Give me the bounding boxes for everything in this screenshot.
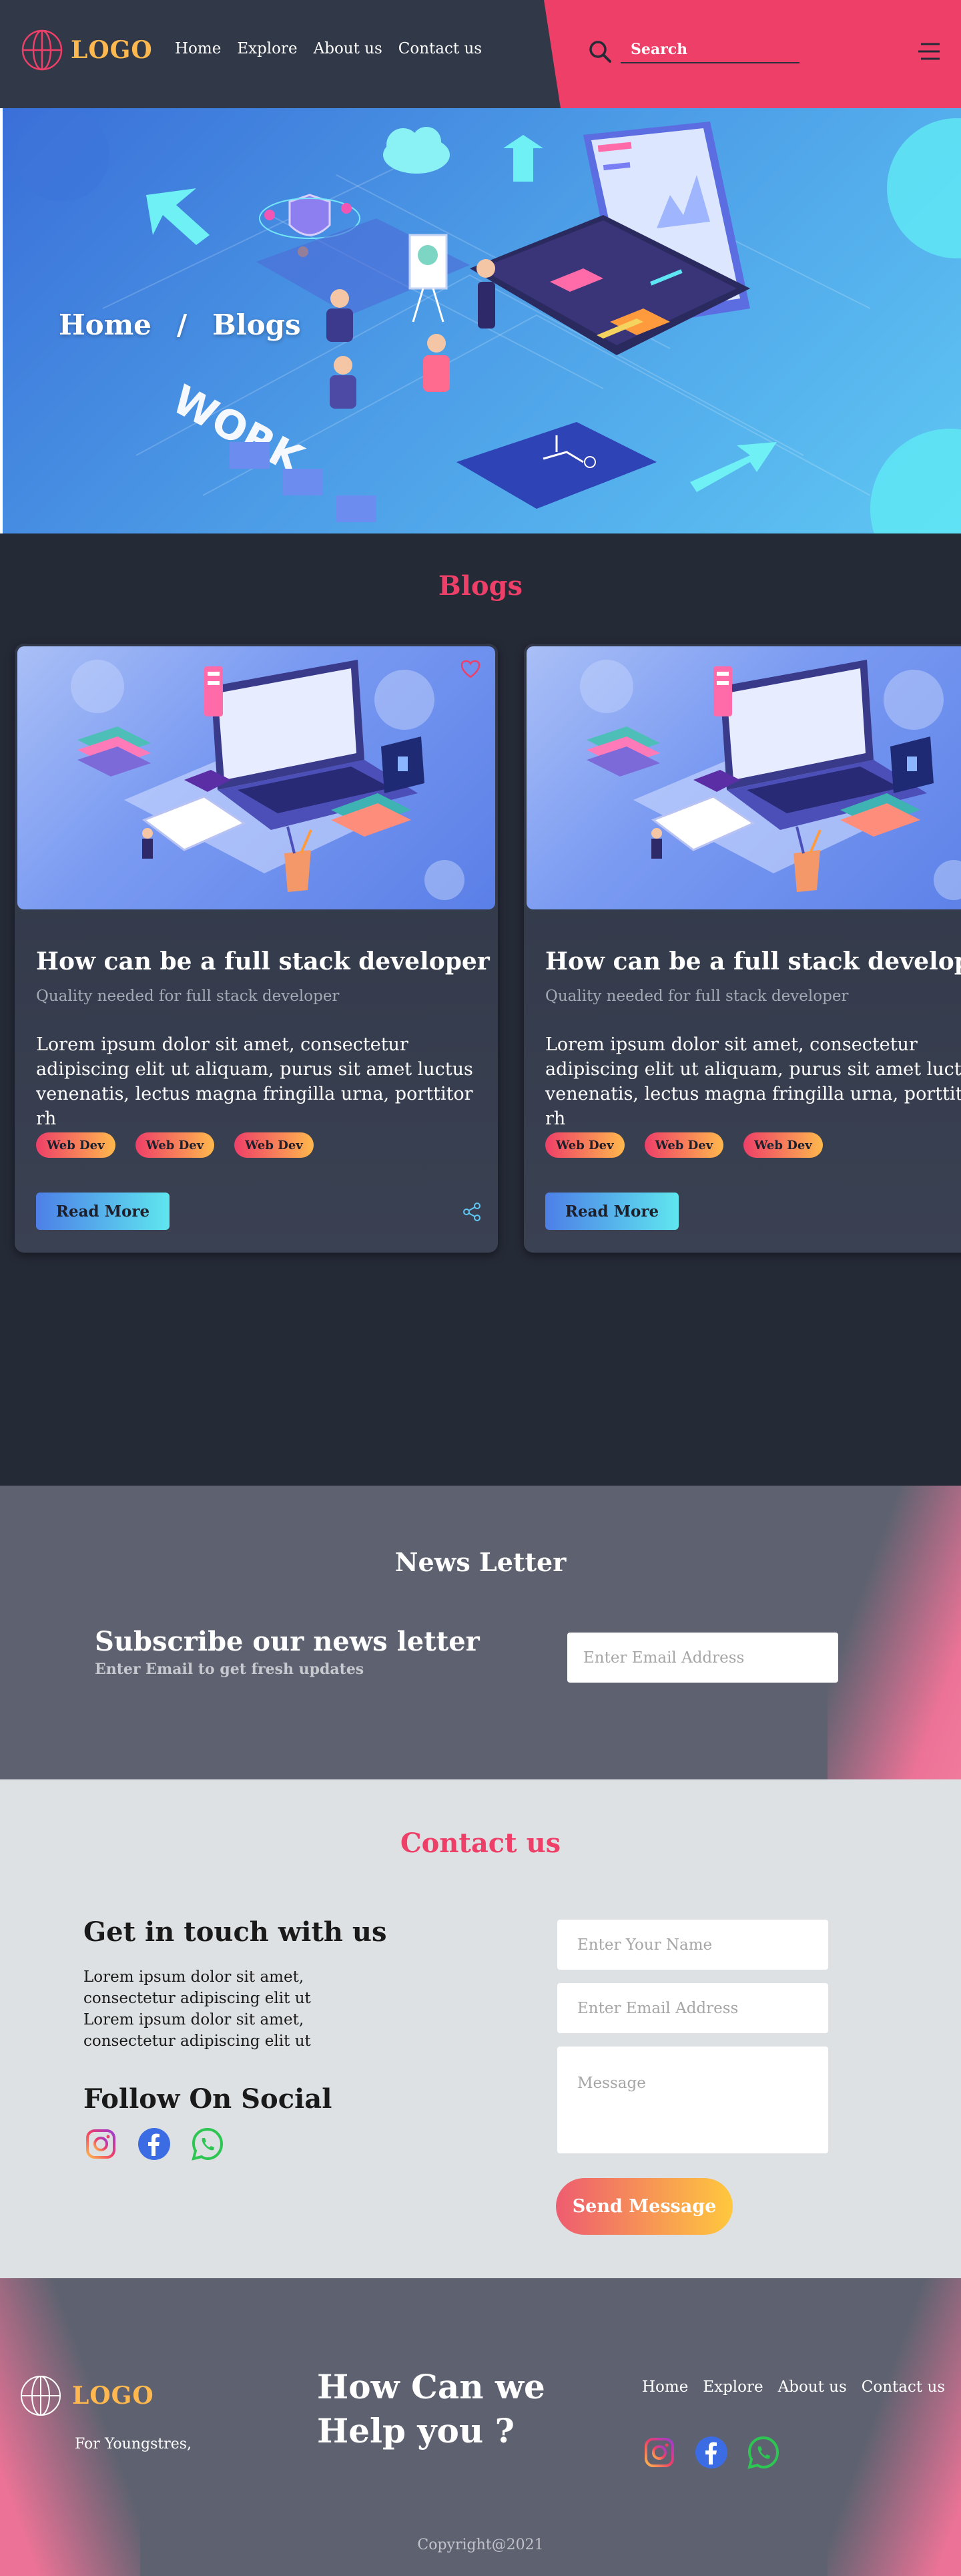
instagram-icon[interactable] [83, 2127, 118, 2161]
whatsapp-icon[interactable] [746, 2435, 781, 2470]
tag[interactable]: Web Dev [135, 1132, 215, 1158]
search-input[interactable] [621, 37, 799, 63]
globe-icon [21, 2376, 61, 2416]
menu-icon[interactable] [917, 41, 941, 61]
blog-card-title[interactable]: How can be a full stack developer [36, 947, 490, 976]
contact-message-input[interactable] [557, 2047, 828, 2153]
blog-card-subtitle: Quality needed for full stack developer [545, 988, 849, 1005]
breadcrumb-separator: / [176, 308, 188, 341]
blog-card-body: Lorem ipsum dolor sit amet, consectetur … [545, 1034, 961, 1129]
tag-list: Web Dev Web Dev Web Dev [36, 1132, 314, 1158]
footer-nav-about[interactable]: About us [778, 2378, 847, 2396]
site-footer: LOGO For Youngstres, How Can we Help you… [0, 2278, 961, 2576]
get-in-touch-body: Lorem ipsum dolor sit amet, consectetur … [83, 1968, 311, 2050]
blog-illustration [71, 660, 464, 900]
footer-help-line1: How Can we [317, 2367, 545, 2406]
newsletter-email-input[interactable] [567, 1633, 838, 1683]
whatsapp-icon[interactable] [190, 2127, 225, 2161]
breadcrumb-home[interactable]: Home [59, 308, 151, 341]
facebook-icon[interactable] [694, 2435, 729, 2470]
get-in-touch-heading: Get in touch with us [83, 1916, 387, 1948]
header-logo[interactable]: LOGO [20, 28, 153, 72]
tag-list: Web Dev Web Dev Web Dev [545, 1132, 823, 1158]
footer-nav-home[interactable]: Home [642, 2378, 688, 2396]
read-more-button[interactable]: Read More [545, 1193, 679, 1230]
instagram-icon[interactable] [642, 2435, 677, 2470]
contact-title: Contact us [400, 1828, 561, 1859]
contact-name-input[interactable] [557, 1920, 828, 1970]
blog-card: How can be a full stack developer Qualit… [524, 644, 961, 1253]
facebook-icon[interactable] [137, 2127, 172, 2161]
contact-section: Contact us Get in touch with us Lorem ip… [0, 1779, 961, 2278]
footer-nav-contact[interactable]: Contact us [862, 2378, 945, 2396]
hero-banner: WORK Home / Blogs [0, 108, 961, 533]
contact-email-input[interactable] [557, 1983, 828, 2033]
breadcrumb-current: Blogs [212, 308, 301, 341]
search-icon[interactable] [587, 39, 613, 64]
tag[interactable]: Web Dev [545, 1132, 625, 1158]
footer-help-line2: Help you ? [317, 2411, 515, 2450]
follow-social-heading: Follow On Social [83, 2083, 332, 2115]
newsletter-section: News Letter Subscribe our news letter En… [0, 1486, 961, 1779]
breadcrumb: Home / Blogs [59, 308, 301, 341]
read-more-button[interactable]: Read More [36, 1193, 170, 1230]
nav-contact[interactable]: Contact us [398, 40, 482, 57]
site-header: LOGO Home Explore About us Contact us [0, 0, 961, 108]
footer-help-heading: How Can we Help you ? [317, 2365, 545, 2453]
newsletter-subtext: Enter Email to get fresh updates [95, 1661, 364, 1678]
copyright: Copyright@2021 [417, 2537, 544, 2553]
tag[interactable]: Web Dev [36, 1132, 115, 1158]
blogs-title: Blogs [438, 570, 523, 602]
footer-logo[interactable]: LOGO [19, 2374, 154, 2418]
footer-tagline: For Youngstres, [75, 2436, 192, 2452]
footer-gradient-right [828, 2278, 961, 2576]
newsletter-gradient [828, 1486, 961, 1779]
tag[interactable]: Web Dev [743, 1132, 823, 1158]
tag[interactable]: Web Dev [644, 1132, 724, 1158]
main-nav: Home Explore About us Contact us [175, 40, 482, 57]
blog-card: How can be a full stack developer Qualit… [15, 644, 498, 1253]
globe-icon [21, 29, 63, 71]
newsletter-title: News Letter [394, 1547, 567, 1577]
social-links [83, 2127, 225, 2161]
nav-explore[interactable]: Explore [237, 40, 297, 57]
share-icon[interactable] [462, 1202, 482, 1222]
footer-social-links [642, 2435, 781, 2470]
blogs-section: Blogs How can be a full stack developer … [0, 533, 961, 1486]
nav-about[interactable]: About us [314, 40, 382, 57]
footer-nav-explore[interactable]: Explore [703, 2378, 763, 2396]
footer-gradient-left [0, 2278, 140, 2576]
footer-nav: Home Explore About us Contact us [642, 2378, 945, 2396]
blog-card-image [527, 646, 961, 909]
nav-home[interactable]: Home [175, 40, 221, 57]
footer-logo-text: LOGO [72, 2382, 154, 2410]
blog-card-title[interactable]: How can be a full stack developer [545, 947, 961, 976]
newsletter-heading: Subscribe our news letter [95, 1626, 480, 1657]
tag[interactable]: Web Dev [234, 1132, 314, 1158]
logo-text: LOGO [71, 36, 153, 64]
heart-icon[interactable] [460, 660, 480, 678]
blog-card-subtitle: Quality needed for full stack developer [36, 988, 340, 1005]
blog-card-body: Lorem ipsum dolor sit amet, consectetur … [36, 1034, 473, 1129]
blog-illustration [580, 660, 961, 900]
blog-card-image [17, 646, 495, 909]
send-message-button[interactable]: Send Message [556, 2178, 733, 2235]
